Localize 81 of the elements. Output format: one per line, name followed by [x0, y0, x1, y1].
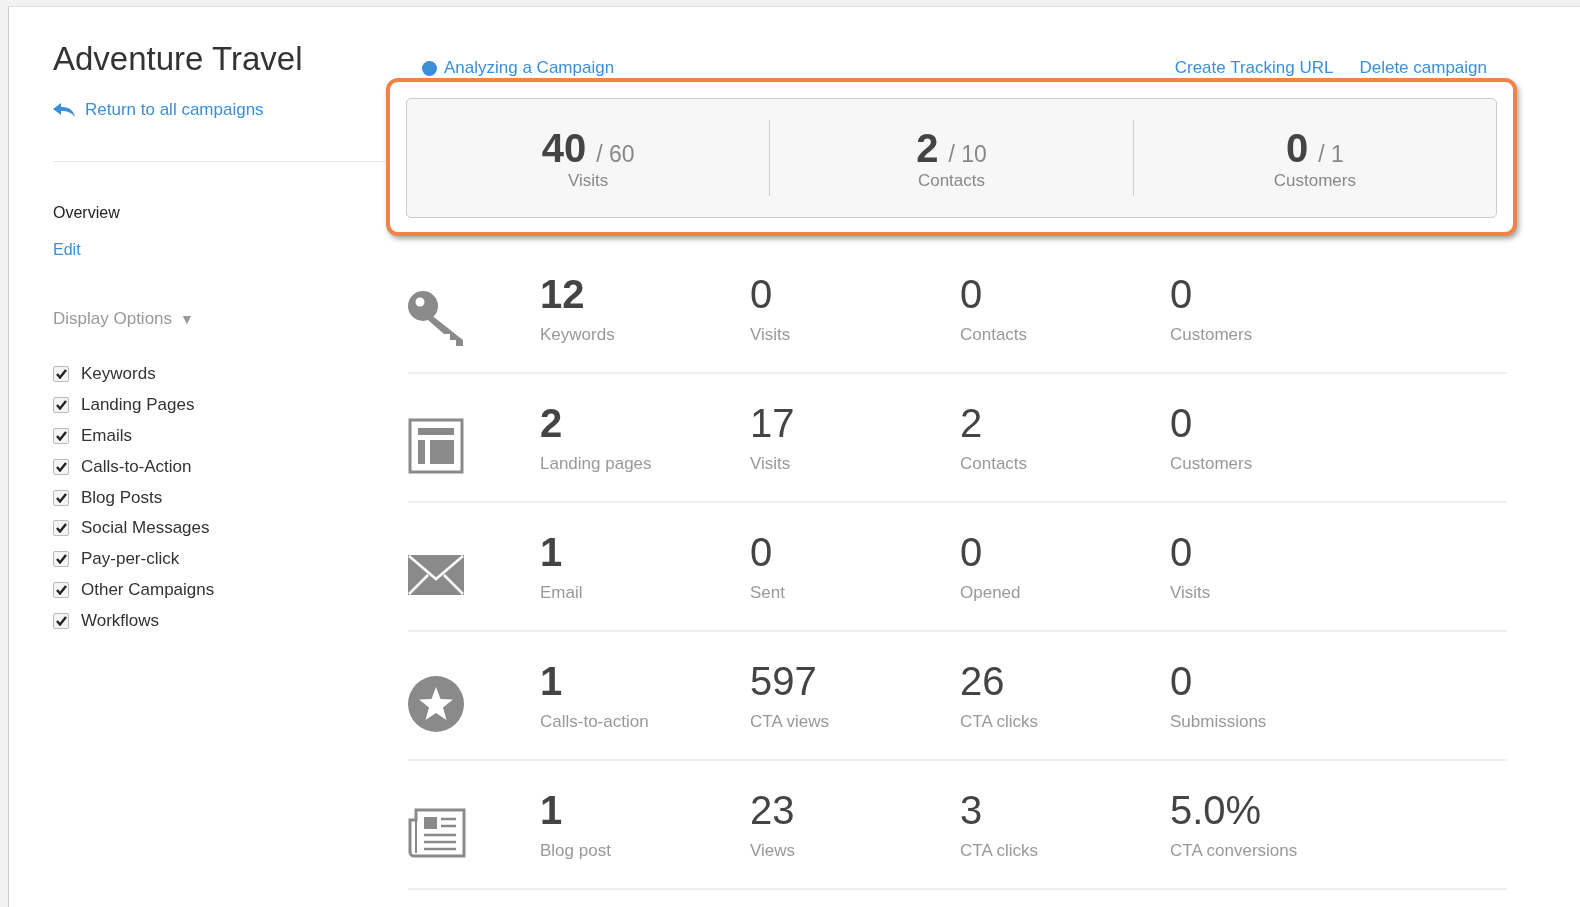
- stat-label: CTA clicks: [960, 841, 1039, 861]
- stat-value: 2: [540, 401, 563, 445]
- stat-value: 12: [540, 272, 585, 316]
- stat-label: Customers: [1170, 325, 1253, 345]
- stat-label: CTA views: [750, 712, 830, 732]
- checkbox-label: Workflows: [81, 610, 160, 631]
- back-arrow-icon: [53, 103, 75, 117]
- stat-label: Opened: [960, 583, 1021, 603]
- stat-label: Customers: [1170, 454, 1253, 474]
- display-options-toggle[interactable]: Display Options: [53, 309, 173, 329]
- stat-value: 3: [960, 788, 983, 832]
- summary-goal: / 1: [1318, 140, 1344, 168]
- stat-label: Submissions: [1170, 712, 1267, 732]
- stat-value: 1: [540, 659, 563, 703]
- stat-value: 26: [960, 659, 1005, 703]
- summary-label: Customers: [1272, 170, 1357, 191]
- summary-label: Visits: [567, 170, 610, 191]
- summary-value: 2: [916, 125, 939, 171]
- action-link[interactable]: Create Tracking URL: [1174, 58, 1334, 78]
- checkbox-label: Pay-per-click: [81, 549, 180, 570]
- stat-label: Landing pages: [540, 454, 652, 474]
- stat-label: Visits: [750, 454, 791, 474]
- stat-value: 0: [750, 530, 773, 574]
- summary-goal: / 10: [948, 140, 987, 168]
- stat-label: Calls-to-action: [540, 712, 649, 732]
- stat-label: Visits: [750, 325, 791, 345]
- dropdown-caret[interactable]: ▼: [180, 311, 194, 327]
- stat-label: Keywords: [540, 325, 615, 345]
- sidebar-nav-item[interactable]: Overview: [53, 204, 120, 222]
- stat-label: Contacts: [960, 454, 1028, 474]
- checkbox[interactable]: [53, 397, 69, 414]
- stat-label: CTA clicks: [960, 712, 1039, 732]
- checkbox-label: Keywords: [81, 364, 156, 385]
- action-link[interactable]: Delete campaign: [1359, 58, 1487, 78]
- stat-label: Email: [540, 583, 583, 603]
- stat-value: 17: [750, 401, 795, 445]
- checkbox-label: Calls-to-Action: [81, 456, 192, 477]
- summary-value: 40: [541, 125, 587, 171]
- stat-value: 0: [1170, 401, 1193, 445]
- stat-label: Contacts: [960, 325, 1028, 345]
- checkbox-label: Social Messages: [81, 518, 210, 539]
- stat-value: 23: [750, 788, 795, 832]
- stat-value: 1: [540, 530, 563, 574]
- stat-label: Views: [750, 841, 796, 861]
- help-link[interactable]: Analyzing a Campaign: [444, 58, 615, 78]
- back-link[interactable]: Return to all campaigns: [53, 100, 264, 120]
- checkbox[interactable]: [53, 612, 69, 629]
- summary-goal: / 60: [596, 140, 635, 168]
- envelope-icon: [408, 554, 464, 595]
- campaign-title: Adventure Travel: [53, 40, 304, 78]
- stat-value: 0: [1170, 659, 1193, 703]
- checkbox[interactable]: [53, 581, 69, 598]
- stat-value: 0: [1170, 272, 1193, 316]
- checkbox[interactable]: [53, 520, 69, 537]
- stat-label: Sent: [750, 583, 785, 603]
- stat-label: CTA conversions: [1170, 841, 1298, 861]
- stat-value: 1: [540, 788, 563, 832]
- summary-label: Contacts: [916, 170, 987, 191]
- sidebar-nav-item[interactable]: Edit: [53, 241, 81, 259]
- checkbox[interactable]: [53, 489, 69, 506]
- stat-value: 2: [960, 401, 983, 445]
- page-layout-icon: [408, 417, 464, 474]
- stat-value: 597: [750, 659, 817, 703]
- stat-label: Blog post: [540, 841, 611, 861]
- summary-value: 0: [1285, 125, 1309, 171]
- stat-label: Visits: [1170, 583, 1211, 603]
- checkbox[interactable]: [53, 551, 69, 568]
- newspaper-icon: [408, 807, 466, 858]
- checkbox[interactable]: [53, 366, 69, 383]
- stat-value: 0: [1170, 530, 1193, 574]
- checkbox-label: Blog Posts: [81, 487, 163, 508]
- checkbox[interactable]: [53, 428, 69, 444]
- checkbox-label: Other Campaigns: [81, 579, 215, 600]
- checkbox-label: Landing Pages: [81, 395, 195, 416]
- back-link-text: Return to all campaigns: [85, 100, 264, 120]
- checkbox-label: Emails: [81, 426, 132, 446]
- stat-value: 0: [960, 272, 983, 316]
- stat-value: 0: [960, 530, 983, 574]
- stat-value: 0: [750, 272, 773, 316]
- checkbox[interactable]: [53, 458, 69, 475]
- stat-value: 5.0%: [1170, 788, 1262, 832]
